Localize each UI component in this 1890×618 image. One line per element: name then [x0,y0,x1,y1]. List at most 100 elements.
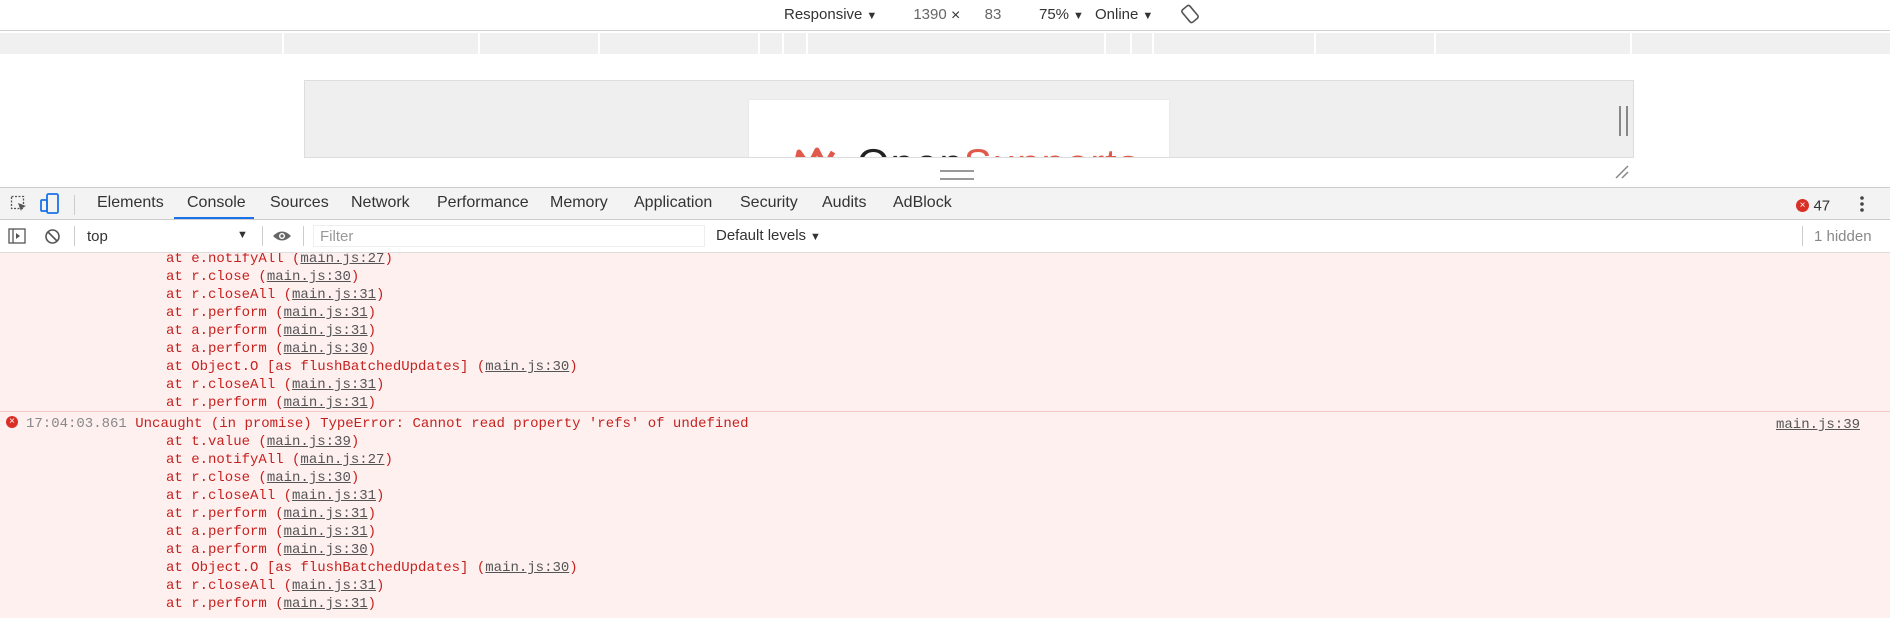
logo-mark-icon [795,147,836,157]
frame-text: at a.perform ( [166,524,284,540]
frame-text-close: ) [367,323,377,339]
stack-frame: at r.closeAll (main.js:31) [166,487,384,505]
eye-icon[interactable] [272,229,292,248]
frame-source-link[interactable]: main.js:31 [292,578,376,594]
frame-source-link[interactable]: main.js:27 [300,253,384,267]
log-levels-select[interactable]: Default levels ▼ [716,227,821,244]
frame-text-close: ) [367,542,377,558]
frame-source-link[interactable]: main.js:31 [284,305,368,321]
frame-source-link[interactable]: main.js:31 [284,323,368,339]
ruler-divider [758,33,760,54]
divider [303,226,304,246]
device-label: Responsive [784,6,863,23]
divider [262,226,263,246]
ruler-divider [1130,33,1132,54]
filter-input[interactable]: Filter [313,225,705,247]
frame-text-close: ) [350,470,360,486]
context-select[interactable]: top ▼ [87,228,248,245]
ruler-divider [782,33,784,54]
frame-source-link[interactable]: main.js:30 [284,341,368,357]
viewport-resize-handle[interactable] [1619,106,1628,136]
tab-memory[interactable]: Memory [550,194,608,212]
ruler-divider [806,33,808,54]
height-resize-handle[interactable] [940,170,974,180]
frame-text-close: ) [376,287,385,303]
source-link[interactable]: main.js:39 [1776,417,1860,433]
tab-security[interactable]: Security [740,194,798,212]
error-count-badge[interactable]: × 47 [1796,197,1830,215]
frame-text: at a.perform ( [166,323,284,339]
frame-text-close: ) [376,488,385,504]
inspect-element-icon[interactable] [10,195,28,218]
tab-adblock[interactable]: AdBlock [893,194,952,212]
frame-text: at r.perform ( [166,395,284,411]
frame-text: at a.perform ( [166,341,284,357]
frame-source-link[interactable]: main.js:30 [267,470,351,486]
frame-source-link[interactable]: main.js:39 [267,434,351,450]
ruler-divider [598,33,600,54]
message-divider [0,411,1890,412]
stack-frame: at e.notifyAll (main.js:27) [166,253,393,268]
frame-source-link[interactable]: main.js:31 [284,524,368,540]
rotate-icon[interactable] [1180,4,1200,29]
devtools-tab-bar: Elements Console Sources Network Perform… [0,187,1890,220]
show-sidebar-icon[interactable] [8,228,26,249]
tab-performance[interactable]: Performance [437,194,529,212]
console-messages: at e.notifyAll (main.js:27) at r.close (m… [0,253,1890,618]
frame-text: at r.perform ( [166,305,284,321]
tab-sources[interactable]: Sources [270,194,329,212]
frame-text-close: ) [367,596,377,612]
logo-text: OpenSupports [857,140,1140,157]
frame-source-link[interactable]: main.js:30 [267,269,351,285]
network-select[interactable]: Online ▼ [1095,6,1153,23]
corner-resize-handle[interactable] [1614,164,1630,180]
frame-text: at r.closeAll ( [166,377,293,393]
stack-frame: at t.value (main.js:39) [166,433,359,451]
tab-elements[interactable]: Elements [97,194,164,212]
context-label: top [87,228,108,245]
console-toolbar: top ▼ Filter Default levels ▼ 1 hidden [0,220,1890,253]
media-query-bar[interactable] [0,33,1890,54]
device-select[interactable]: Responsive ▼ [784,6,877,23]
emulated-viewport: OpenSupports [304,80,1634,158]
ruler-divider [1630,33,1632,54]
logo-text-supports: Supports [964,140,1140,157]
logo-text-open: Open [857,140,964,157]
device-toggle-icon[interactable] [40,193,60,220]
stack-frame: at r.perform (main.js:31) [166,304,376,322]
stack-frame: at a.perform (main.js:30) [166,340,376,358]
frame-text-close: ) [367,395,377,411]
frame-source-link[interactable]: main.js:27 [300,452,384,468]
clear-console-icon[interactable] [44,228,61,250]
stack-frame: at a.perform (main.js:30) [166,541,376,559]
frame-text: at Object.O [as flushBatchedUpdates] ( [166,359,486,375]
more-options-icon[interactable] [1858,194,1866,219]
chevron-down-icon: ▼ [237,229,248,241]
frame-source-link[interactable]: main.js:30 [485,560,569,576]
frame-text: at r.perform ( [166,596,284,612]
frame-text: at r.perform ( [166,506,284,522]
times-icon: × [951,7,961,24]
frame-source-link[interactable]: main.js:30 [485,359,569,375]
frame-source-link[interactable]: main.js:31 [292,287,376,303]
frame-text: at a.perform ( [166,542,284,558]
frame-source-link[interactable]: main.js:31 [284,596,368,612]
height-input[interactable]: 83 [968,4,1018,26]
ruler-divider [1434,33,1436,54]
tab-network[interactable]: Network [351,194,410,212]
tab-application[interactable]: Application [634,194,712,212]
frame-source-link[interactable]: main.js:31 [284,506,368,522]
zoom-select[interactable]: 75% ▼ [1039,6,1084,23]
tab-audits[interactable]: Audits [822,194,866,212]
frame-source-link[interactable]: main.js:31 [292,377,376,393]
frame-text-close: ) [384,452,393,468]
frame-source-link[interactable]: main.js:30 [284,542,368,558]
frame-source-link[interactable]: main.js:31 [284,395,368,411]
frame-text: at t.value ( [166,434,267,450]
frame-text-close: ) [367,341,377,357]
frame-text-close: ) [376,578,385,594]
tab-console[interactable]: Console [187,194,246,212]
stack-frame: at r.perform (main.js:31) [166,595,376,613]
frame-text-close: ) [367,305,377,321]
frame-source-link[interactable]: main.js:31 [292,488,376,504]
